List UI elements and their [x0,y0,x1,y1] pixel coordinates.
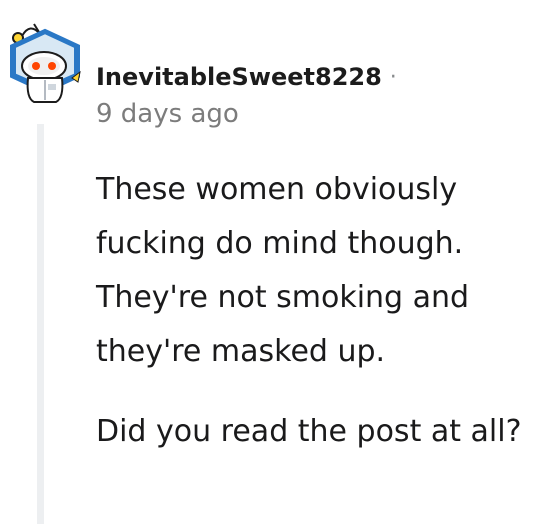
comment: InevitableSweet8228 · 9 days ago These w… [0,0,548,524]
separator-dot: · [389,64,397,90]
comment-paragraph: These women obviously fucking do mind th… [96,172,470,369]
reddit-snoo-astronaut-avatar-icon [10,23,81,103]
comment-body: These women obviously fucking do mind th… [96,163,536,485]
thread-line[interactable] [37,124,44,524]
comment-paragraph: Did you read the post at all? [96,414,522,449]
username-link[interactable]: InevitableSweet8228 [96,63,382,91]
user-avatar[interactable] [4,14,86,108]
timestamp[interactable]: 9 days ago [96,99,239,129]
comment-header: InevitableSweet8228 · [96,60,397,94]
